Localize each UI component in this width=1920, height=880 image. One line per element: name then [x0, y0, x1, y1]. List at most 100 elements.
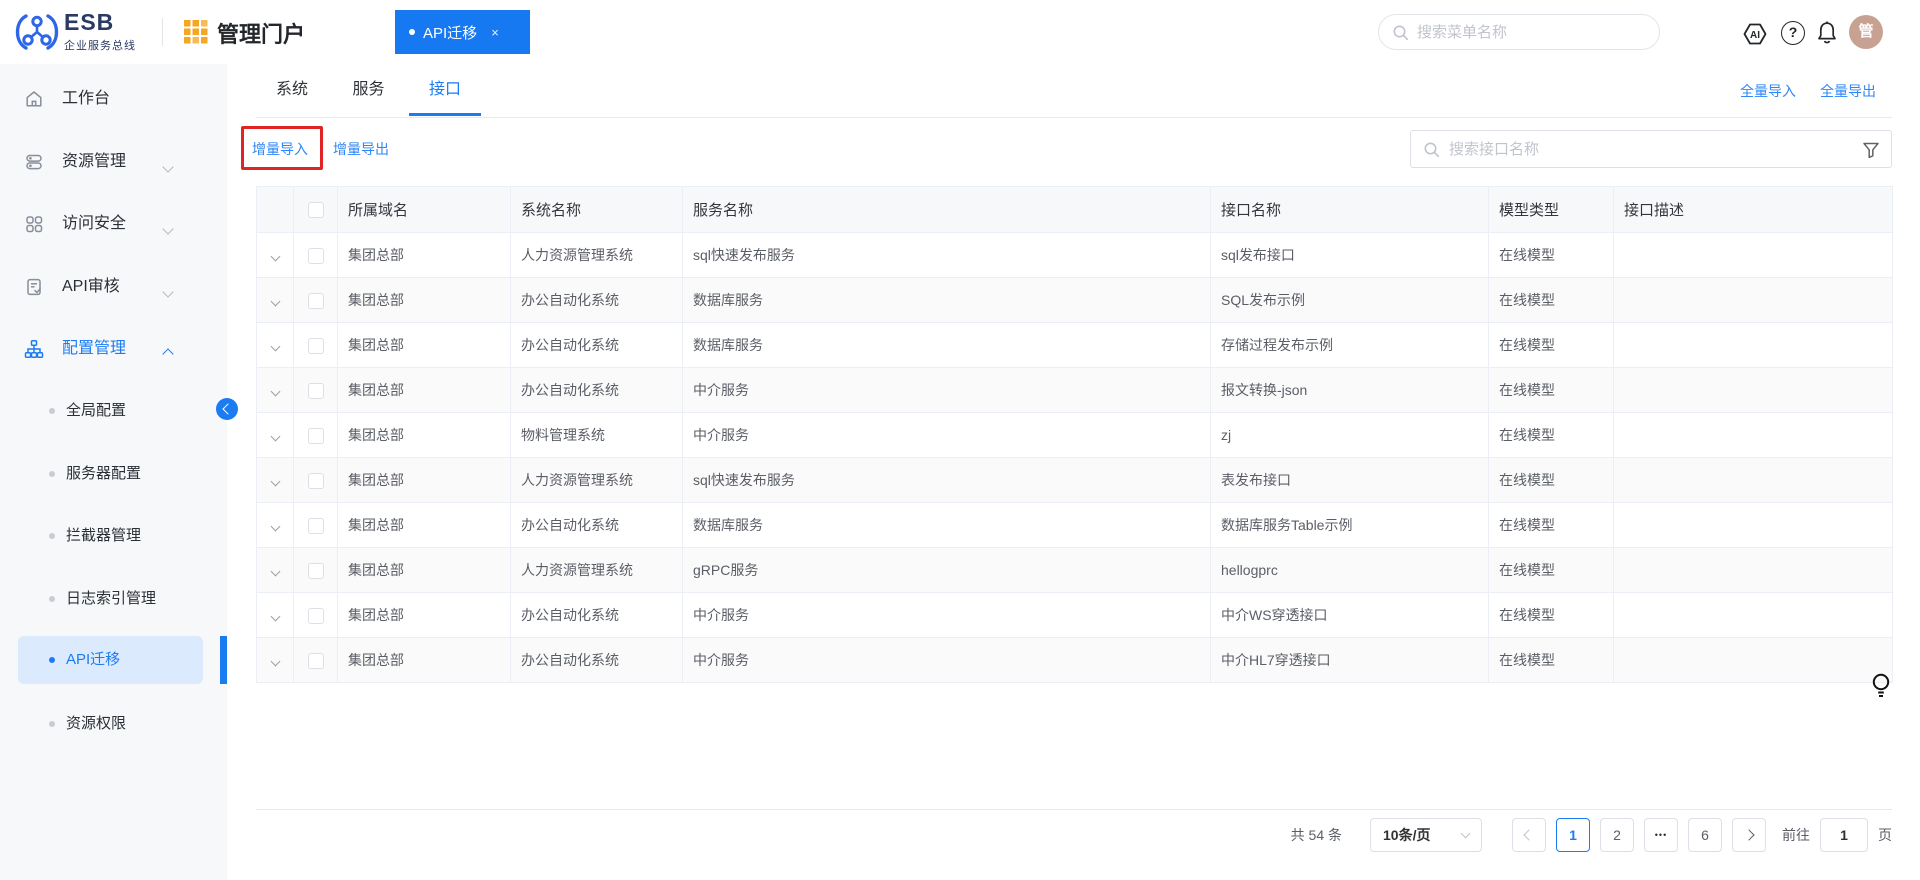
chevron-down-icon — [270, 522, 280, 532]
resource-icon — [24, 152, 44, 172]
page-ellipsis[interactable]: ••• — [1644, 818, 1678, 852]
row-expand-toggle[interactable] — [257, 458, 294, 503]
prev-page-button[interactable] — [1512, 818, 1546, 852]
tab-interface[interactable]: 接口 — [409, 64, 481, 115]
table-row[interactable]: 集团总部 办公自动化系统 中介服务 中介HL7穿透接口 在线模型 — [257, 638, 1893, 683]
sidebar-subitem-log-index-management[interactable]: 日志索引管理 — [0, 577, 227, 621]
row-expand-toggle[interactable] — [257, 548, 294, 593]
sidebar-subitem-interceptor-management[interactable]: 拦截器管理 — [0, 514, 227, 558]
sidebar-subitem-label: 资源权限 — [66, 702, 126, 746]
cell-service: 中介服务 — [683, 413, 1211, 458]
select-all-cell — [294, 187, 338, 233]
page-button-1[interactable]: 1 — [1556, 818, 1590, 852]
bullet-dot-icon — [49, 471, 55, 477]
row-checkbox[interactable] — [308, 473, 324, 489]
table-row[interactable]: 集团总部 办公自动化系统 数据库服务 SQL发布示例 在线模型 — [257, 278, 1893, 323]
table-row[interactable]: 集团总部 人力资源管理系统 gRPC服务 hellogprc 在线模型 — [257, 548, 1893, 593]
row-expand-toggle[interactable] — [257, 323, 294, 368]
table-row[interactable]: 集团总部 办公自动化系统 中介服务 报文转换-json 在线模型 — [257, 368, 1893, 413]
col-system: 系统名称 — [511, 187, 683, 233]
cell-description — [1614, 503, 1893, 548]
cell-interface: 存储过程发布示例 — [1211, 323, 1489, 368]
interface-table: 所属域名 系统名称 服务名称 接口名称 模型类型 接口描述 集团总部 人力资源管… — [256, 186, 1893, 683]
incremental-import-link[interactable]: 增量导入 — [252, 130, 308, 168]
cell-system: 办公自动化系统 — [511, 593, 683, 638]
row-checkbox[interactable] — [308, 428, 324, 444]
chevron-down-icon — [164, 283, 172, 301]
chevron-down-icon — [270, 567, 280, 577]
page-button-2[interactable]: 2 — [1600, 818, 1634, 852]
sidebar-item-label: 工作台 — [62, 75, 110, 123]
incremental-export-link[interactable]: 增量导出 — [333, 130, 389, 168]
row-checkbox[interactable] — [308, 653, 324, 669]
interface-search-input[interactable] — [1411, 131, 1891, 167]
row-expand-toggle[interactable] — [257, 368, 294, 413]
row-checkbox[interactable] — [308, 248, 324, 264]
top-links: 全量导入 全量导出 — [1740, 64, 1876, 118]
sidebar-collapse-button[interactable] — [216, 398, 238, 420]
cell-domain: 集团总部 — [338, 548, 511, 593]
row-checkbox[interactable] — [308, 518, 324, 534]
user-avatar[interactable]: 管 — [1849, 15, 1883, 49]
cell-model-type: 在线模型 — [1489, 503, 1614, 548]
row-checkbox[interactable] — [308, 608, 324, 624]
tab-system[interactable]: 系统 — [256, 64, 328, 115]
cell-domain: 集团总部 — [338, 458, 511, 503]
full-import-link[interactable]: 全量导入 — [1740, 81, 1796, 101]
row-expand-toggle[interactable] — [257, 503, 294, 548]
table-row[interactable]: 集团总部 人力资源管理系统 sql快速发布服务 表发布接口 在线模型 — [257, 458, 1893, 503]
table-row[interactable]: 集团总部 人力资源管理系统 sql快速发布服务 sql发布接口 在线模型 — [257, 233, 1893, 278]
cell-model-type: 在线模型 — [1489, 458, 1614, 503]
tab-service[interactable]: 服务 — [332, 64, 404, 115]
full-export-link[interactable]: 全量导出 — [1820, 81, 1876, 101]
table-row[interactable]: 集团总部 物料管理系统 中介服务 zj 在线模型 — [257, 413, 1893, 458]
row-checkbox[interactable] — [308, 563, 324, 579]
goto-page-input[interactable] — [1820, 818, 1868, 852]
cell-system: 办公自动化系统 — [511, 368, 683, 413]
cell-description — [1614, 548, 1893, 593]
tab-close-icon[interactable]: × — [491, 25, 499, 40]
sidebar-subitem-global-config[interactable]: 全局配置 — [0, 389, 227, 433]
sidebar-subitem-api-migration[interactable]: API迁移 — [0, 636, 227, 684]
table-row[interactable]: 集团总部 办公自动化系统 数据库服务 存储过程发布示例 在线模型 — [257, 323, 1893, 368]
sidebar-item-access-security[interactable]: 访问安全 — [0, 200, 227, 248]
notification-bell-icon[interactable] — [1816, 20, 1838, 44]
open-tab-api-migration[interactable]: API迁移 × — [395, 10, 530, 54]
row-checkbox[interactable] — [308, 338, 324, 354]
cell-domain: 集团总部 — [338, 638, 511, 683]
expand-column-header — [257, 187, 294, 233]
lightbulb-icon[interactable] — [1869, 672, 1893, 702]
next-page-button[interactable] — [1732, 818, 1766, 852]
tabs-bar: 系统 服务 接口 — [256, 64, 1892, 118]
cell-service: sql快速发布服务 — [683, 233, 1211, 278]
row-expand-toggle[interactable] — [257, 413, 294, 458]
sidebar-item-workbench[interactable]: 工作台 — [0, 75, 227, 123]
sidebar-item-resources[interactable]: 资源管理 — [0, 138, 227, 186]
filter-funnel-icon[interactable] — [1862, 141, 1880, 159]
cell-description — [1614, 368, 1893, 413]
row-checkbox[interactable] — [308, 293, 324, 309]
row-checkbox-cell — [294, 593, 338, 638]
ai-assistant-icon[interactable]: AI — [1741, 20, 1769, 48]
table-row[interactable]: 集团总部 办公自动化系统 中介服务 中介WS穿透接口 在线模型 — [257, 593, 1893, 638]
row-expand-toggle[interactable] — [257, 233, 294, 278]
row-expand-toggle[interactable] — [257, 278, 294, 323]
menu-search-input[interactable] — [1379, 15, 1659, 49]
cell-system: 办公自动化系统 — [511, 323, 683, 368]
sidebar-item-config-management[interactable]: 配置管理 — [0, 325, 227, 373]
select-all-checkbox[interactable] — [308, 202, 324, 218]
row-expand-toggle[interactable] — [257, 638, 294, 683]
cell-interface: 中介WS穿透接口 — [1211, 593, 1489, 638]
page-size-select[interactable]: 10条/页 — [1370, 818, 1482, 852]
sidebar-item-label: 资源管理 — [62, 138, 126, 186]
sidebar-subitem-server-config[interactable]: 服务器配置 — [0, 452, 227, 496]
row-checkbox[interactable] — [308, 383, 324, 399]
bullet-dot-icon — [49, 721, 55, 727]
sidebar-subitem-resource-permission[interactable]: 资源权限 — [0, 702, 227, 746]
help-icon[interactable]: ? — [1781, 21, 1805, 45]
sidebar-item-api-audit[interactable]: API审核 — [0, 263, 227, 311]
row-expand-toggle[interactable] — [257, 593, 294, 638]
page-button-6[interactable]: 6 — [1688, 818, 1722, 852]
table-row[interactable]: 集团总部 办公自动化系统 数据库服务 数据库服务Table示例 在线模型 — [257, 503, 1893, 548]
row-checkbox-cell — [294, 503, 338, 548]
